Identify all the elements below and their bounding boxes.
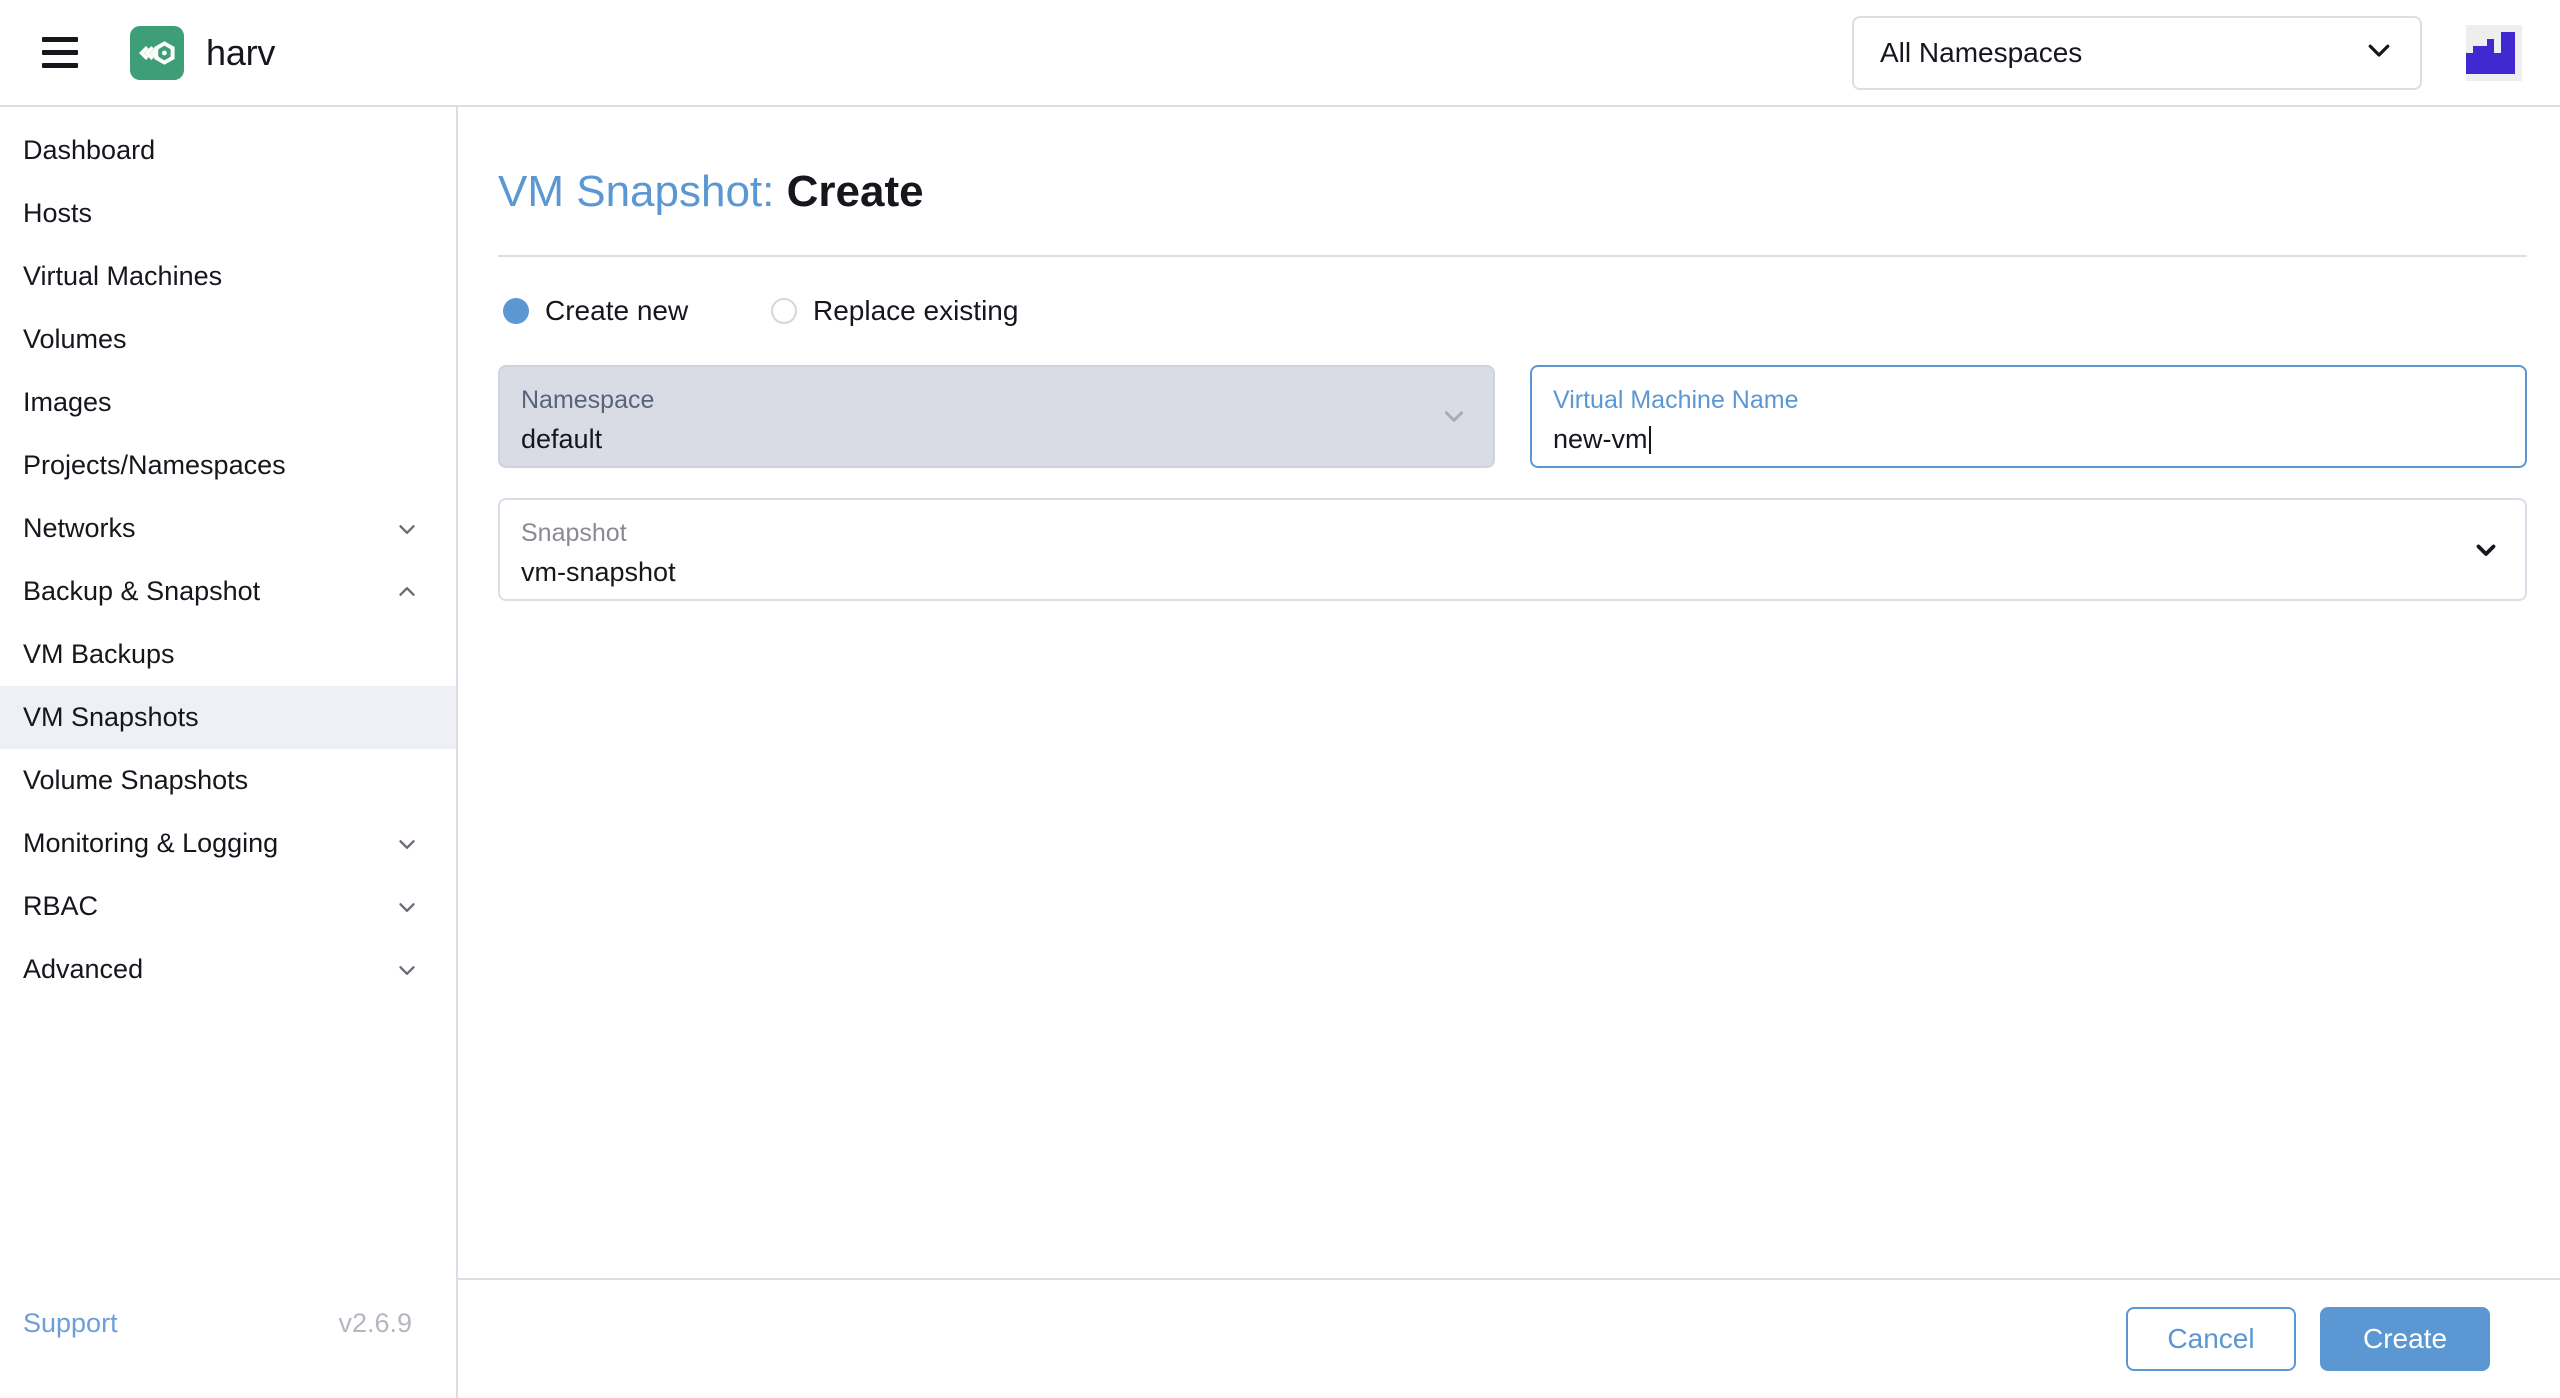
brand-home-link[interactable]: harv — [130, 25, 276, 80]
vm-name-input-value: new-vm — [1553, 424, 1648, 455]
title-divider — [498, 254, 2527, 257]
create-button[interactable]: Create — [2320, 1307, 2490, 1371]
form-row-1: Namespace default Virtual Machine Name n… — [498, 364, 2527, 468]
sidebar-item-label: Dashboard — [23, 135, 156, 165]
radio-unselected-icon — [771, 297, 797, 324]
sidebar-item-images[interactable]: Images — [0, 371, 456, 434]
sidebar-item-label: Hosts — [23, 198, 93, 228]
namespace-select-label: Namespace — [521, 385, 655, 414]
snapshot-select-value: vm-snapshot — [521, 556, 676, 587]
main-content: VM Snapshot: Create Create new Replace e… — [458, 107, 2560, 1398]
sidebar-item-label: Images — [23, 387, 112, 417]
sidebar-group-backup-snapshot[interactable]: Backup & Snapshot — [0, 560, 456, 623]
sidebar-item-label: VM Backups — [23, 639, 175, 669]
sidebar-group-label: RBAC — [23, 891, 99, 921]
sidebar-item-label: Volume Snapshots — [23, 765, 249, 795]
user-avatar-icon[interactable] — [2466, 24, 2522, 81]
sidebar-group-advanced[interactable]: Advanced — [0, 938, 456, 1001]
hamburger-icon[interactable] — [34, 27, 86, 79]
sidebar-item-virtual-machines[interactable]: Virtual Machines — [0, 245, 456, 308]
sidebar-item-dashboard[interactable]: Dashboard — [0, 119, 456, 182]
chevron-down-icon — [1439, 401, 1469, 431]
sidebar-item-vm-snapshots[interactable]: VM Snapshots — [0, 686, 456, 749]
hamburger-bar — [42, 63, 78, 68]
app-window: harv All Namespaces Dashboard Hosts Virt… — [0, 0, 2560, 1398]
brand-name: harv — [206, 31, 276, 73]
sidebar-nav: Dashboard Hosts Virtual Machines Volumes… — [0, 107, 456, 1278]
form-action-bar: Cancel Create — [458, 1278, 2560, 1398]
sidebar-group-label: Networks — [23, 513, 136, 543]
sidebar-item-vm-backups[interactable]: VM Backups — [0, 623, 456, 686]
sidebar-group-label: Advanced — [23, 954, 144, 984]
sidebar: Dashboard Hosts Virtual Machines Volumes… — [0, 107, 458, 1398]
vm-name-input[interactable]: Virtual Machine Name new-vm — [1530, 364, 2527, 468]
page-title-action: Create — [786, 167, 924, 216]
sidebar-group-label: Backup & Snapshot — [23, 576, 261, 606]
top-header: harv All Namespaces — [0, 0, 2560, 107]
sidebar-item-volume-snapshots[interactable]: Volume Snapshots — [0, 749, 456, 812]
radio-selected-icon — [503, 297, 529, 324]
app-body: Dashboard Hosts Virtual Machines Volumes… — [0, 107, 2560, 1398]
form-row-2: Snapshot vm-snapshot — [498, 497, 2527, 601]
namespace-select-value: default — [521, 423, 603, 454]
radio-option-label: Create new — [545, 294, 689, 326]
sidebar-item-label: Projects/Namespaces — [23, 450, 286, 480]
cancel-button[interactable]: Cancel — [2126, 1307, 2296, 1371]
sidebar-group-label: Monitoring & Logging — [23, 828, 279, 858]
support-link[interactable]: Support — [23, 1308, 118, 1339]
snapshot-mode-radio-group: Create new Replace existing — [498, 295, 2527, 327]
vm-name-input-value-wrap: new-vm — [1553, 424, 2499, 455]
snapshot-select-label: Snapshot — [521, 518, 627, 547]
sidebar-item-hosts[interactable]: Hosts — [0, 182, 456, 245]
namespace-filter-dropdown[interactable]: All Namespaces — [1852, 15, 2422, 90]
sidebar-item-projects-namespaces[interactable]: Projects/Namespaces — [0, 434, 456, 497]
chevron-down-icon — [394, 894, 420, 920]
page-title-prefix: VM Snapshot: — [498, 167, 775, 216]
namespace-filter-value: All Namespaces — [1880, 36, 2083, 68]
hamburger-bar — [42, 50, 78, 55]
chevron-down-icon — [394, 957, 420, 983]
sidebar-group-monitoring-logging[interactable]: Monitoring & Logging — [0, 812, 456, 875]
sidebar-item-label: VM Snapshots — [23, 702, 199, 732]
sidebar-item-label: Volumes — [23, 324, 127, 354]
radio-option-replace-existing[interactable]: Replace existing — [771, 295, 1018, 327]
radio-option-create-new[interactable]: Create new — [503, 295, 771, 327]
vm-name-input-label: Virtual Machine Name — [1553, 385, 1799, 414]
sidebar-footer: Support v2.6.9 — [0, 1278, 456, 1398]
main-scroll-area: VM Snapshot: Create Create new Replace e… — [458, 107, 2560, 1278]
snapshot-select[interactable]: Snapshot vm-snapshot — [498, 497, 2527, 601]
sidebar-item-volumes[interactable]: Volumes — [0, 308, 456, 371]
harvester-logo-icon — [130, 25, 184, 80]
chevron-down-icon — [394, 516, 420, 542]
sidebar-group-networks[interactable]: Networks — [0, 497, 456, 560]
radio-option-label: Replace existing — [813, 294, 1019, 326]
sidebar-item-label: Virtual Machines — [23, 261, 223, 291]
page-title: VM Snapshot: Create — [498, 167, 2527, 218]
sidebar-group-rbac[interactable]: RBAC — [0, 875, 456, 938]
chevron-down-icon — [2364, 35, 2394, 70]
hamburger-bar — [42, 37, 78, 42]
chevron-down-icon — [394, 831, 420, 857]
text-cursor — [1648, 425, 1651, 454]
namespace-select[interactable]: Namespace default — [498, 364, 1495, 468]
chevron-down-icon — [2471, 534, 2501, 564]
version-label: v2.6.9 — [338, 1307, 412, 1338]
chevron-up-icon — [394, 579, 420, 605]
